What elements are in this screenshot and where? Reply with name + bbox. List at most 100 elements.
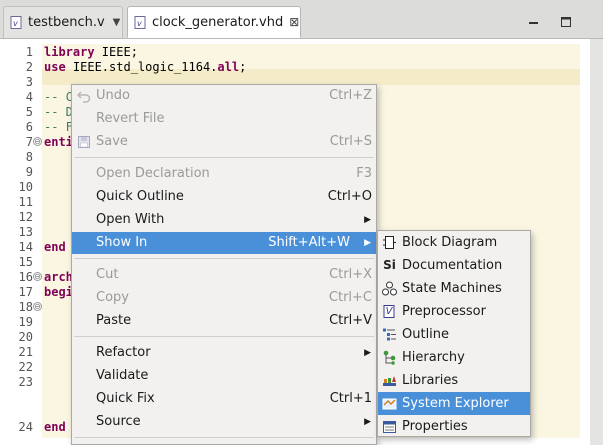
menu-item-shortcut: Ctrl+O [327, 189, 372, 204]
submenu-item-documentation[interactable]: Si Documentation [378, 254, 530, 277]
line-number: 9 [25, 165, 33, 179]
line-number: 17 [18, 285, 33, 299]
submenu-item-state-machines[interactable]: State Machines [378, 277, 530, 300]
submenu-item-system-explorer[interactable]: System Explorer [378, 392, 530, 415]
menu-separator [74, 157, 374, 158]
line-number: 5 [25, 105, 33, 119]
menu-item-revert-file[interactable]: Revert File [72, 108, 376, 130]
submenu-item-label: Hierarchy [402, 350, 465, 365]
submenu-item-outline[interactable]: Outline [378, 323, 530, 346]
code-comment: -- C [44, 90, 73, 104]
menu-item-label: Undo [96, 88, 130, 103]
line-number: 14 [18, 240, 33, 254]
menu-item-show-in[interactable]: Show In Shift+Alt+W ▶ [72, 232, 376, 254]
keyword: all [217, 60, 240, 74]
state-machines-icon [382, 281, 397, 296]
submenu-item-label: Documentation [402, 258, 503, 273]
documentation-icon: Si [383, 258, 396, 272]
menu-item-refactor[interactable]: Refactor ▶ [72, 342, 376, 364]
tab-testbench[interactable]: v testbench.v ▼ [3, 6, 123, 38]
line-number: 18 [18, 300, 33, 314]
submenu-item-label: System Explorer [402, 396, 509, 411]
menu-item-source[interactable]: Source ▶ [72, 411, 376, 433]
code-comment: -- D [44, 105, 73, 119]
submenu-item-hierarchy[interactable]: Hierarchy [378, 346, 530, 369]
line-number: 7 [25, 135, 33, 149]
menu-separator [74, 437, 374, 438]
line-number: 8 [25, 150, 33, 164]
keyword: enti [44, 135, 73, 149]
maximize-icon[interactable] [559, 13, 573, 27]
menu-item-shortcut: Ctrl+Z [329, 88, 372, 103]
close-icon[interactable]: ⊠ [289, 15, 299, 29]
line-number: 4 [25, 90, 33, 104]
svg-text:v: v [137, 19, 142, 28]
code-line: library IEEE; [44, 44, 138, 60]
menu-item-shortcut: F3 [356, 166, 372, 181]
menu-item-label: Open With [96, 212, 165, 227]
tab-label: testbench.v [28, 15, 105, 30]
verilog-file-icon: v [134, 15, 147, 29]
submenu-item-label: State Machines [402, 281, 502, 296]
menu-item-label: Save [96, 134, 128, 149]
code-text: IEEE.std_logic_1164. [65, 60, 218, 74]
chevron-down-icon[interactable]: ▼ [113, 17, 121, 28]
outline-icon [382, 327, 397, 342]
submenu-arrow-icon: ▶ [364, 417, 371, 427]
fold-toggle[interactable]: ⊖ [33, 137, 42, 146]
menu-item-validate[interactable]: Validate [72, 365, 376, 387]
menu-item-label: Revert File [96, 111, 165, 126]
submenu-item-libraries[interactable]: Libraries [378, 369, 530, 392]
menu-item-open-declaration[interactable]: Open Declaration F3 [72, 163, 376, 185]
keyword: arch [44, 270, 73, 284]
context-menu: Undo Ctrl+Z Revert File Save Ctrl+S Open… [71, 84, 377, 445]
menu-item-label: Quick Outline [96, 189, 184, 204]
line-number: 24 [18, 420, 33, 434]
submenu-arrow-icon: ▶ [364, 215, 371, 225]
menu-item-open-with[interactable]: Open With ▶ [72, 209, 376, 231]
menu-item-label: Quick Fix [96, 391, 155, 406]
hierarchy-icon [382, 350, 397, 365]
line-number: 12 [18, 210, 33, 224]
keyword: use [44, 60, 66, 74]
menu-item-copy[interactable]: Copy Ctrl+C [72, 287, 376, 309]
menu-item-quick-outline[interactable]: Quick Outline Ctrl+O [72, 186, 376, 208]
menu-item-cut[interactable]: Cut Ctrl+X [72, 264, 376, 286]
system-explorer-icon [382, 396, 397, 411]
line-number: 2 [25, 60, 33, 74]
editor-tab-bar: v testbench.v ▼ v clock_generator.vhd ⊠ [0, 0, 603, 39]
submenu-item-label: Preprocessor [402, 304, 486, 319]
line-number: 22 [18, 360, 33, 374]
menu-item-label: Cut [96, 267, 119, 282]
line-number: 13 [18, 225, 33, 239]
submenu-item-properties[interactable]: Properties [378, 415, 530, 438]
menu-item-save[interactable]: Save Ctrl+S [72, 131, 376, 153]
preprocessor-glyph: V [385, 306, 393, 317]
menu-item-shortcut: Ctrl+V [329, 313, 372, 328]
menu-item-undo[interactable]: Undo Ctrl+Z [72, 85, 376, 107]
menu-separator [74, 336, 374, 337]
keyword: library [44, 45, 95, 59]
line-number: 11 [18, 195, 33, 209]
fold-toggle[interactable]: ⊖ [33, 302, 42, 311]
submenu-arrow-icon: ▶ [364, 348, 371, 358]
submenu-item-block-diagram[interactable]: Block Diagram [378, 231, 530, 254]
submenu-item-preprocessor[interactable]: V Preprocessor [378, 300, 530, 323]
verilog-file-icon: v [10, 16, 23, 29]
line-number: 23 [18, 375, 33, 389]
fold-toggle[interactable]: ⊖ [33, 272, 42, 281]
submenu-item-label: Libraries [402, 373, 459, 388]
menu-item-quick-fix[interactable]: Quick Fix Ctrl+1 [72, 388, 376, 410]
tab-clock-generator[interactable]: v clock_generator.vhd ⊠ [127, 6, 301, 38]
save-icon [77, 135, 91, 149]
show-in-submenu: Block Diagram Si Documentation State Mac… [377, 230, 531, 437]
line-number: 1 [25, 45, 33, 59]
submenu-arrow-icon: ▶ [364, 238, 371, 248]
minimize-icon[interactable] [527, 13, 541, 25]
menu-item-label: Source [96, 414, 141, 429]
menu-item-paste[interactable]: Paste Ctrl+V [72, 310, 376, 332]
menu-item-label: Refactor [96, 345, 151, 360]
menu-item-label: Show In [96, 235, 148, 250]
vertical-scrollbar[interactable] [590, 39, 603, 445]
menu-item-label: Open Declaration [96, 166, 210, 181]
